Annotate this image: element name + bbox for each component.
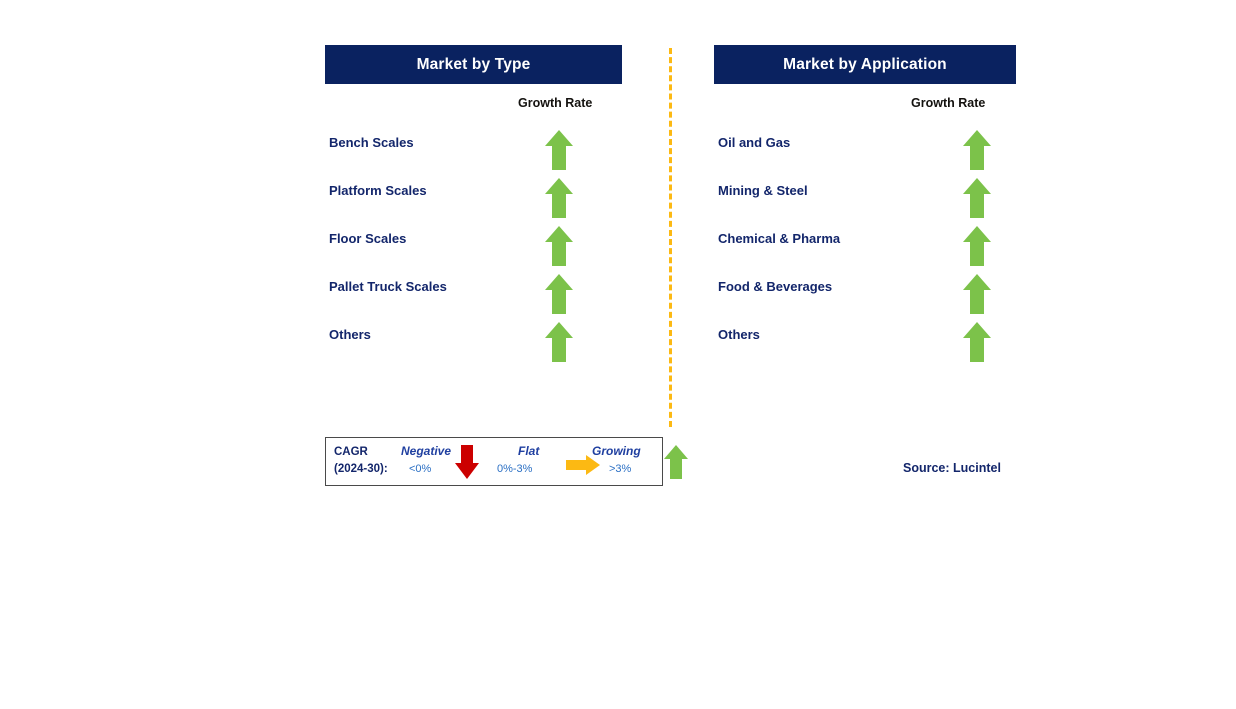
- arrow-up-icon: [543, 224, 575, 268]
- legend-label-flat: Flat: [518, 444, 540, 458]
- row-label-pallet-truck-scales: Pallet Truck Scales: [329, 279, 447, 294]
- arrow-up-icon: [961, 320, 993, 364]
- market-by-type-header: Market by Type: [325, 45, 622, 84]
- row-label-mining-and-steel: Mining & Steel: [718, 183, 808, 198]
- table-row: Food & Beverages: [714, 272, 1016, 320]
- arrow-up-icon: [961, 224, 993, 268]
- legend-item-growing: Growing >3%: [584, 438, 689, 485]
- arrow-up-icon: [961, 176, 993, 220]
- legend-label-negative: Negative: [401, 444, 452, 458]
- legend-label-growing: Growing: [592, 444, 641, 458]
- row-label-others-application: Others: [718, 327, 760, 342]
- table-row: Mining & Steel: [714, 176, 1016, 224]
- market-by-application-header: Market by Application: [714, 45, 1016, 84]
- table-row: Others: [325, 320, 622, 368]
- arrow-up-icon: [961, 128, 993, 172]
- market-by-application-panel: Market by Application Growth Rate Oil an…: [714, 45, 1016, 362]
- legend-range-negative: <0%: [409, 463, 432, 475]
- growth-rate-column-header-type: Growth Rate: [518, 96, 593, 110]
- arrow-up-icon: [961, 272, 993, 316]
- source-note: Source: Lucintel: [903, 461, 1001, 475]
- cagr-legend: CAGR (2024-30): Negative <0% Flat 0%-3% …: [325, 437, 688, 486]
- panel-divider: [669, 48, 672, 427]
- table-row: Floor Scales: [325, 224, 622, 272]
- arrow-up-icon: [662, 443, 690, 481]
- legend-item-negative: Negative <0%: [391, 438, 486, 485]
- arrow-up-icon: [543, 128, 575, 172]
- legend-cagr-line1: CAGR: [334, 446, 368, 458]
- table-row: Platform Scales: [325, 176, 622, 224]
- legend-item-flat: Flat 0%-3%: [486, 438, 600, 485]
- market-by-type-title: Market by Type: [416, 55, 531, 73]
- arrow-up-icon: [543, 272, 575, 316]
- table-row: Bench Scales: [325, 128, 622, 176]
- row-label-floor-scales: Floor Scales: [329, 231, 407, 246]
- arrow-down-icon: [454, 443, 480, 481]
- arrow-up-icon: [543, 176, 575, 220]
- market-by-application-title: Market by Application: [783, 55, 947, 73]
- legend-range-flat: 0%-3%: [497, 463, 533, 475]
- market-by-type-panel: Market by Type Growth Rate Bench Scales …: [325, 45, 622, 362]
- legend-cagr-line2: (2024-30):: [334, 463, 388, 475]
- arrow-up-icon: [543, 320, 575, 364]
- row-label-platform-scales: Platform Scales: [329, 183, 427, 198]
- table-row: Pallet Truck Scales: [325, 272, 622, 320]
- row-label-chemical-and-pharma: Chemical & Pharma: [718, 231, 841, 246]
- market-by-application-rows: Oil and Gas Mining & Steel Chemical & Ph…: [714, 128, 1016, 368]
- row-label-others-type: Others: [329, 327, 371, 342]
- legend-cagr-title: CAGR (2024-30):: [334, 444, 388, 478]
- row-label-food-and-beverages: Food & Beverages: [718, 279, 833, 294]
- growth-rate-column-header-application: Growth Rate: [911, 96, 986, 110]
- market-by-type-rows: Bench Scales Platform Scales Floor Scale…: [325, 128, 622, 368]
- legend-range-growing: >3%: [609, 463, 632, 475]
- table-row: Others: [714, 320, 1016, 368]
- row-label-oil-and-gas: Oil and Gas: [718, 135, 791, 150]
- table-row: Oil and Gas: [714, 128, 1016, 176]
- table-row: Chemical & Pharma: [714, 224, 1016, 272]
- row-label-bench-scales: Bench Scales: [329, 135, 414, 150]
